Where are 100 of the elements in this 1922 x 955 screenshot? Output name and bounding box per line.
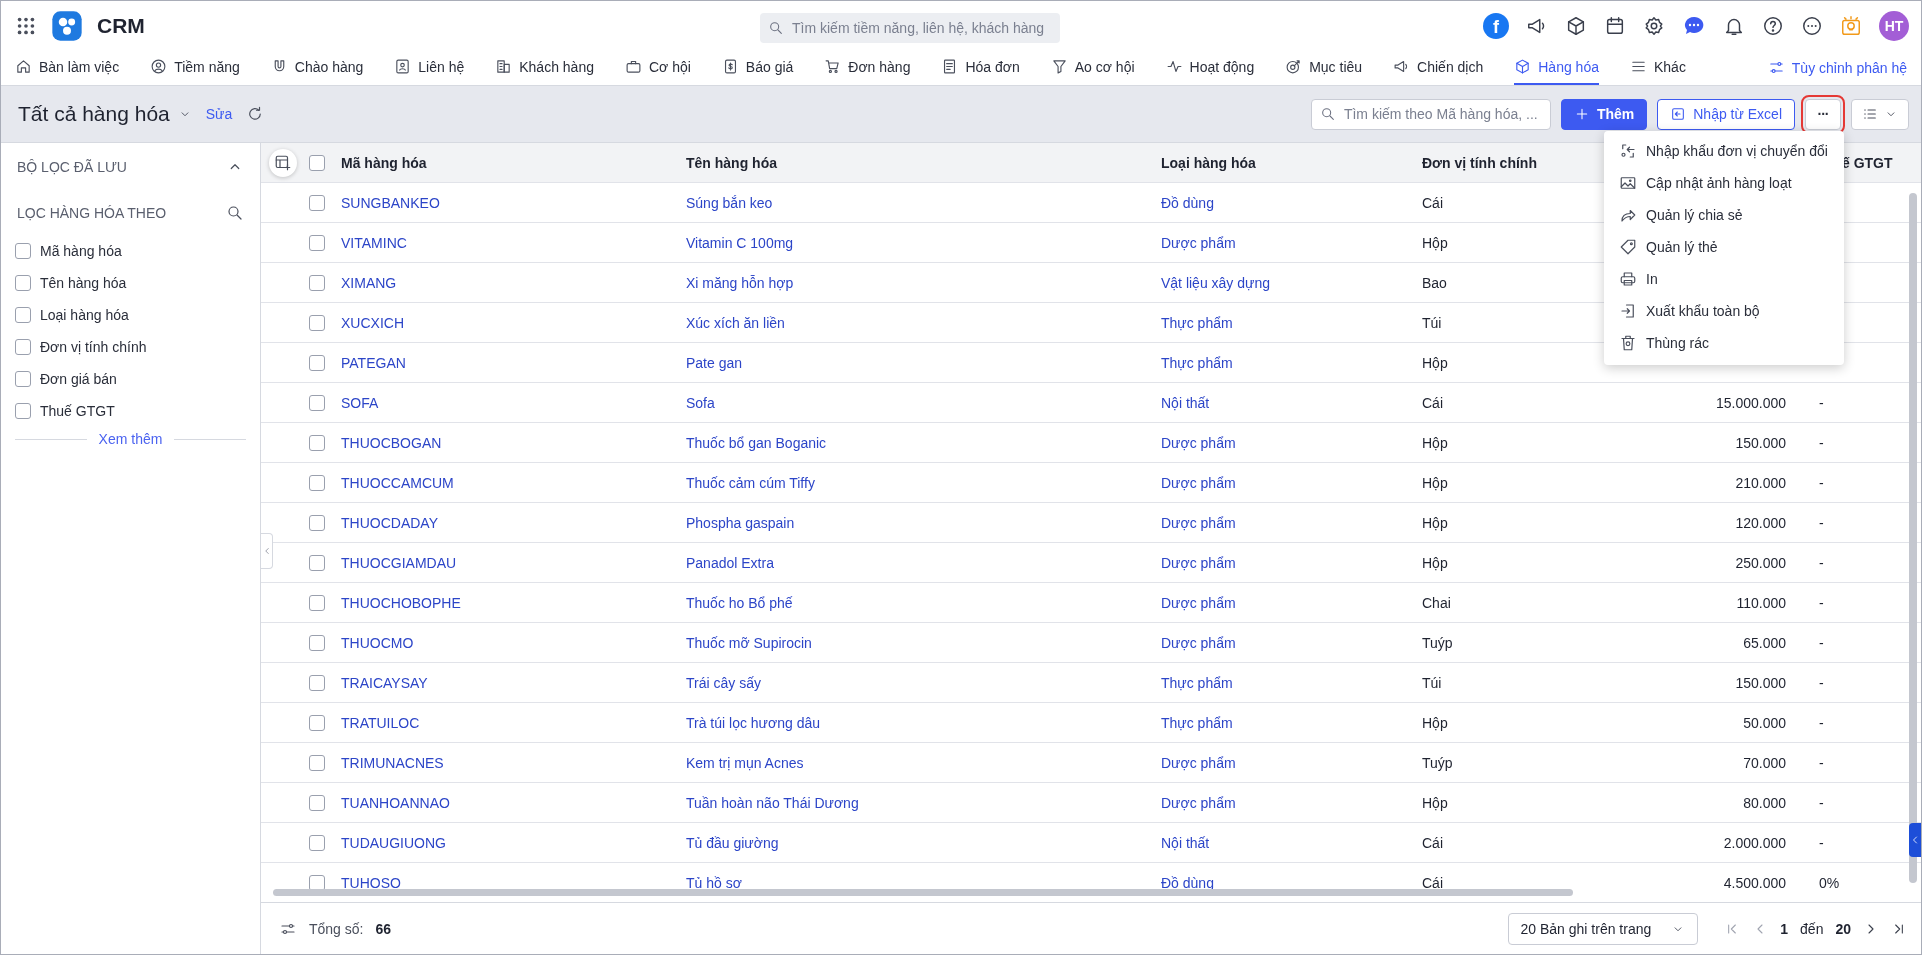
add-button[interactable]: Thêm: [1560, 98, 1648, 130]
filter-option[interactable]: Tên hàng hóa: [15, 267, 246, 299]
product-name-link[interactable]: Thuốc bổ gan Boganic: [686, 434, 1161, 451]
product-code-link[interactable]: TUANHOANNAO: [341, 794, 686, 811]
nav-tab[interactable]: Tiềm năng: [150, 50, 240, 85]
product-type-link[interactable]: Dược phẩm: [1161, 514, 1422, 531]
product-type-link[interactable]: Dược phẩm: [1161, 594, 1422, 611]
product-code-link[interactable]: THUOCCAMCUM: [341, 474, 686, 491]
product-type-link[interactable]: Thực phẩm: [1161, 354, 1422, 371]
nav-tab[interactable]: Mục tiêu: [1285, 50, 1363, 85]
search-field[interactable]: Tìm kiếm theo Mã hàng hóa, ...: [1310, 98, 1551, 130]
nav-tab[interactable]: Hoạt động: [1165, 50, 1255, 85]
product-name-link[interactable]: Xi măng hỗn hợp: [686, 274, 1161, 291]
checkbox[interactable]: [15, 403, 31, 419]
nav-tab[interactable]: Khác: [1629, 50, 1686, 85]
checkbox[interactable]: [309, 314, 325, 331]
product-name-link[interactable]: Tuần hoàn não Thái Dương: [686, 794, 1161, 811]
product-code-link[interactable]: THUOCHOBOPHE: [341, 594, 686, 611]
checkbox[interactable]: [309, 154, 325, 171]
product-code-link[interactable]: THUOCMO: [341, 634, 686, 651]
checkbox[interactable]: [309, 794, 325, 811]
checkbox[interactable]: [15, 243, 31, 259]
checkbox[interactable]: [309, 714, 325, 731]
checkbox[interactable]: [309, 554, 325, 571]
checkbox[interactable]: [309, 474, 325, 491]
add-column-button[interactable]: [269, 148, 297, 177]
checkbox[interactable]: [309, 634, 325, 651]
checkbox[interactable]: [309, 354, 325, 371]
checkbox[interactable]: [309, 834, 325, 851]
checkbox[interactable]: [309, 754, 325, 771]
product-name-link[interactable]: Thuốc ho Bổ phế: [686, 594, 1161, 611]
product-name-link[interactable]: Pate gan: [686, 354, 1161, 371]
product-type-link[interactable]: Đồ dùng: [1161, 194, 1422, 211]
vertical-scrollbar[interactable]: [1909, 193, 1917, 883]
product-type-link[interactable]: Dược phẩm: [1161, 474, 1422, 491]
menu-item[interactable]: Quản lý chia sẻ: [1604, 199, 1844, 231]
product-type-link[interactable]: Dược phẩm: [1161, 234, 1422, 251]
product-code-link[interactable]: PATEGAN: [341, 354, 686, 371]
product-name-link[interactable]: Trái cây sấy: [686, 674, 1161, 691]
nav-tab[interactable]: Chào hàng: [270, 50, 364, 85]
nav-tab[interactable]: Chiến dịch: [1393, 50, 1484, 85]
filter-option[interactable]: Đơn giá bán: [15, 363, 246, 395]
product-name-link[interactable]: Phospha gaspain: [686, 514, 1161, 531]
product-type-link[interactable]: Dược phẩm: [1161, 754, 1422, 771]
see-more-link[interactable]: Xem thêm: [98, 431, 163, 447]
cube-icon[interactable]: [1565, 14, 1587, 37]
product-name-link[interactable]: Thuốc cảm cúm Tiffy: [686, 474, 1161, 491]
nav-tab[interactable]: Đơn hàng: [824, 50, 911, 85]
view-mode-button[interactable]: [1851, 98, 1909, 130]
checkbox[interactable]: [309, 194, 325, 211]
customize-link[interactable]: Tùy chỉnh phân hệ: [1767, 50, 1907, 85]
settings-icon[interactable]: [1643, 14, 1665, 37]
product-code-link[interactable]: TRAICAYSAY: [341, 674, 686, 691]
nav-tab[interactable]: Hóa đơn: [941, 50, 1020, 85]
product-name-link[interactable]: Vitamin C 100mg: [686, 234, 1161, 251]
checkbox[interactable]: [309, 874, 325, 891]
checkbox[interactable]: [15, 339, 31, 355]
product-name-link[interactable]: Xúc xích ăn liền: [686, 314, 1161, 331]
product-code-link[interactable]: XIMANG: [341, 274, 686, 291]
menu-item[interactable]: Xuất khẩu toàn bộ: [1604, 295, 1844, 327]
checkbox[interactable]: [309, 234, 325, 251]
filter-option[interactable]: Mã hàng hóa: [15, 235, 246, 267]
product-type-link[interactable]: Thực phẩm: [1161, 714, 1422, 731]
product-code-link[interactable]: SOFA: [341, 394, 686, 411]
menu-item[interactable]: Thùng rác: [1604, 327, 1844, 359]
product-code-link[interactable]: SUNGBANKEO: [341, 194, 686, 211]
calendar-icon[interactable]: [1604, 14, 1626, 37]
page-size-select[interactable]: 20 Bản ghi trên trang: [1507, 912, 1699, 945]
product-name-link[interactable]: Trà túi lọc hương dâu: [686, 714, 1161, 731]
collapse-handle[interactable]: [261, 533, 273, 569]
horizontal-scrollbar[interactable]: [273, 889, 1573, 896]
filter-option[interactable]: Thuế GTGT: [15, 395, 246, 427]
more-icon[interactable]: [1801, 14, 1823, 37]
product-type-link[interactable]: Nội thất: [1161, 834, 1422, 851]
product-name-link[interactable]: Thuốc mỡ Supirocin: [686, 634, 1161, 651]
product-name-link[interactable]: Panadol Extra: [686, 554, 1161, 571]
product-code-link[interactable]: TUHOSO: [341, 874, 686, 891]
help-icon[interactable]: [1762, 14, 1784, 37]
product-type-link[interactable]: Dược phẩm: [1161, 794, 1422, 811]
filter-option[interactable]: Loại hàng hóa: [15, 299, 246, 331]
nav-tab[interactable]: Khách hàng: [495, 50, 594, 85]
checkbox[interactable]: [309, 594, 325, 611]
product-type-link[interactable]: Dược phẩm: [1161, 434, 1422, 451]
product-type-link[interactable]: Vật liệu xây dựng: [1161, 274, 1422, 291]
product-name-link[interactable]: Tủ đầu giường: [686, 834, 1161, 851]
product-code-link[interactable]: THUOCDADAY: [341, 514, 686, 531]
checkbox[interactable]: [309, 514, 325, 531]
nav-tab[interactable]: Ao cơ hội: [1050, 50, 1135, 85]
product-type-link[interactable]: Dược phẩm: [1161, 554, 1422, 571]
nav-tab[interactable]: Bàn làm việc: [15, 50, 120, 85]
checkbox[interactable]: [15, 371, 31, 387]
product-code-link[interactable]: VITAMINC: [341, 234, 686, 251]
search-field[interactable]: Tìm kiếm tiềm năng, liên hệ, khách hàng: [760, 13, 1060, 43]
product-type-link[interactable]: Thực phẩm: [1161, 674, 1422, 691]
filter-option[interactable]: Đơn vị tính chính: [15, 331, 246, 363]
product-code-link[interactable]: TUDAUGIUONG: [341, 834, 686, 851]
avatar[interactable]: HT: [1879, 10, 1909, 41]
product-type-link[interactable]: Nội thất: [1161, 394, 1422, 411]
nav-tab[interactable]: Liên hệ: [394, 50, 465, 85]
product-name-link[interactable]: Súng bắn keo: [686, 194, 1161, 211]
